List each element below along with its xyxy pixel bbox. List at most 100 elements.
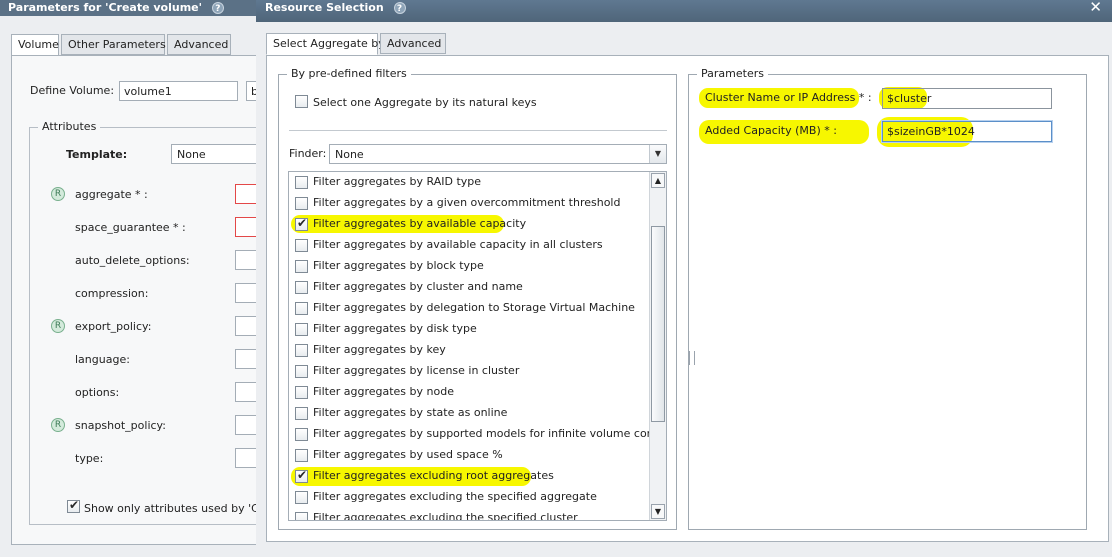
attr-auto-delete-label: auto_delete_options:: [75, 254, 190, 267]
list-item[interactable]: Filter aggregates by state as online: [289, 403, 649, 424]
filter-checkbox[interactable]: [295, 344, 308, 357]
filter-checkbox[interactable]: [295, 302, 308, 315]
filter-checkbox[interactable]: [295, 449, 308, 462]
scroll-down-icon[interactable]: ▼: [651, 504, 665, 519]
list-item[interactable]: Filter aggregates by block type: [289, 256, 649, 277]
filter-checkbox[interactable]: [295, 260, 308, 273]
natural-keys-label: Select one Aggregate by its natural keys: [313, 96, 537, 109]
show-only-label: Show only attributes used by 'Creat: [84, 502, 281, 515]
filter-label: Filter aggregates by supported models fo…: [313, 427, 667, 440]
filter-checkbox[interactable]: [295, 428, 308, 441]
list-item[interactable]: Filter aggregates by available capacity: [289, 214, 649, 235]
attr-options-label: options:: [75, 386, 120, 399]
filter-label: Filter aggregates by node: [313, 385, 454, 398]
list-item[interactable]: Filter aggregates by cluster and name: [289, 277, 649, 298]
filter-checkbox[interactable]: [295, 365, 308, 378]
define-volume-label: Define Volume:: [30, 84, 115, 97]
list-item[interactable]: Filter aggregates by delegation to Stora…: [289, 298, 649, 319]
list-item[interactable]: Filter aggregates excluding the specifie…: [289, 487, 649, 508]
template-label: Template:: [66, 148, 128, 161]
filter-checkbox[interactable]: [295, 281, 308, 294]
tab-advanced[interactable]: Advanced: [380, 33, 446, 54]
filter-label: Filter aggregates by block type: [313, 259, 484, 272]
filter-label: Filter aggregates by a given overcommitm…: [313, 196, 621, 209]
list-item[interactable]: Filter aggregates excluding root aggrega…: [289, 466, 649, 487]
background-dialog-title-bar: Parameters for 'Create volume' ?: [0, 0, 270, 16]
define-volume-input[interactable]: volume1: [119, 81, 238, 101]
filter-checkbox[interactable]: [295, 491, 308, 504]
filter-label: Filter aggregates by cluster and name: [313, 280, 523, 293]
attr-snapshot-policy-label: snapshot_policy:: [75, 419, 166, 432]
template-select-value: None: [177, 148, 206, 161]
volume-panel: Define Volume: volume1 b Attributes Temp…: [11, 55, 281, 545]
dialog-title-bar[interactable]: Resource Selection ? ✕: [256, 0, 1112, 22]
help-icon[interactable]: ?: [393, 2, 406, 14]
parameters-legend: Parameters: [697, 67, 768, 80]
filter-label: Filter aggregates excluding root aggrega…: [313, 469, 554, 482]
list-item[interactable]: Filter aggregates by used space %: [289, 445, 649, 466]
required-badge-icon: R: [51, 319, 65, 333]
required-badge-icon: R: [51, 187, 65, 201]
filter-label: Filter aggregates by state as online: [313, 406, 508, 419]
list-item[interactable]: Filter aggregates by node: [289, 382, 649, 403]
tab-select-aggregate-by[interactable]: Select Aggregate by: [266, 33, 385, 55]
filter-label: Filter aggregates by used space %: [313, 448, 503, 461]
parameters-group: Parameters Cluster Name or IP Address * …: [688, 67, 1087, 530]
close-icon[interactable]: ✕: [1089, 0, 1102, 16]
finder-select-value: None: [335, 148, 364, 161]
select-aggregate-panel: By pre-defined filters Select one Aggreg…: [266, 55, 1109, 542]
filter-label: Filter aggregates by key: [313, 343, 446, 356]
filter-label: Filter aggregates by disk type: [313, 322, 477, 335]
finder-label: Finder:: [289, 147, 327, 160]
list-item[interactable]: Filter aggregates by RAID type: [289, 172, 649, 193]
list-item[interactable]: Filter aggregates by a given overcommitm…: [289, 193, 649, 214]
filter-list-scrollbar[interactable]: ▲ ▼: [649, 172, 666, 520]
finder-select[interactable]: None ▼: [329, 144, 667, 164]
attr-type-label: type:: [75, 452, 104, 465]
filter-label: Filter aggregates excluding the specifie…: [313, 490, 597, 503]
list-item[interactable]: Filter aggregates by key: [289, 340, 649, 361]
filter-checkbox[interactable]: [295, 512, 308, 520]
scroll-up-icon[interactable]: ▲: [651, 173, 665, 188]
attr-aggregate-label: aggregate * :: [75, 188, 148, 201]
cluster-name-input[interactable]: $cluster: [882, 88, 1052, 109]
natural-keys-checkbox[interactable]: [295, 95, 308, 108]
predefined-filters-group: By pre-defined filters Select one Aggreg…: [278, 67, 677, 530]
help-icon[interactable]: ?: [211, 2, 224, 14]
show-only-checkbox[interactable]: [67, 498, 80, 513]
attr-space-guarantee-label: space_guarantee * :: [75, 221, 186, 234]
added-capacity-label: Added Capacity (MB) * :: [705, 124, 837, 137]
tab-advanced-background[interactable]: Advanced: [167, 34, 231, 55]
filter-label: Filter aggregates by RAID type: [313, 175, 482, 188]
chevron-down-icon[interactable]: ▼: [649, 145, 666, 163]
filter-label: Filter aggregates by delegation to Stora…: [313, 301, 635, 314]
attributes-legend: Attributes: [38, 120, 101, 133]
filter-checkbox[interactable]: [295, 239, 308, 252]
filter-checkbox[interactable]: [295, 197, 308, 210]
filter-checkbox[interactable]: [295, 407, 308, 420]
tab-volume[interactable]: Volume: [11, 34, 59, 56]
filter-list[interactable]: Filter aggregates by RAID type Filter ag…: [288, 171, 667, 521]
tab-other-parameters[interactable]: Other Parameters: [61, 34, 166, 55]
attr-export-policy-label: export_policy:: [75, 320, 152, 333]
background-dialog: Parameters for 'Create volume' ? Volume …: [0, 0, 281, 557]
filter-checkbox[interactable]: [295, 216, 308, 231]
list-item[interactable]: Filter aggregates excluding the specifie…: [289, 508, 649, 520]
attributes-fieldset: Attributes Template: None R aggregate * …: [29, 120, 281, 525]
list-item[interactable]: Filter aggregates by available capacity …: [289, 235, 649, 256]
filter-checkbox[interactable]: [295, 323, 308, 336]
attr-language-label: language:: [75, 353, 130, 366]
filter-checkbox[interactable]: [295, 386, 308, 399]
divider: [289, 130, 667, 131]
filter-checkbox[interactable]: [295, 176, 308, 189]
filter-label: Filter aggregates by available capacity …: [313, 238, 603, 251]
scrollbar-thumb[interactable]: [651, 226, 665, 422]
list-item[interactable]: Filter aggregates by license in cluster: [289, 361, 649, 382]
list-item[interactable]: Filter aggregates by disk type: [289, 319, 649, 340]
list-item[interactable]: Filter aggregates by supported models fo…: [289, 424, 666, 445]
resource-selection-dialog: Resource Selection ? ✕ Select Aggregate …: [256, 0, 1112, 557]
required-badge-icon: R: [51, 418, 65, 432]
filter-label: Filter aggregates by available capacity: [313, 217, 527, 230]
added-capacity-input[interactable]: $sizeinGB*1024: [882, 121, 1052, 142]
filter-checkbox[interactable]: [295, 468, 308, 483]
